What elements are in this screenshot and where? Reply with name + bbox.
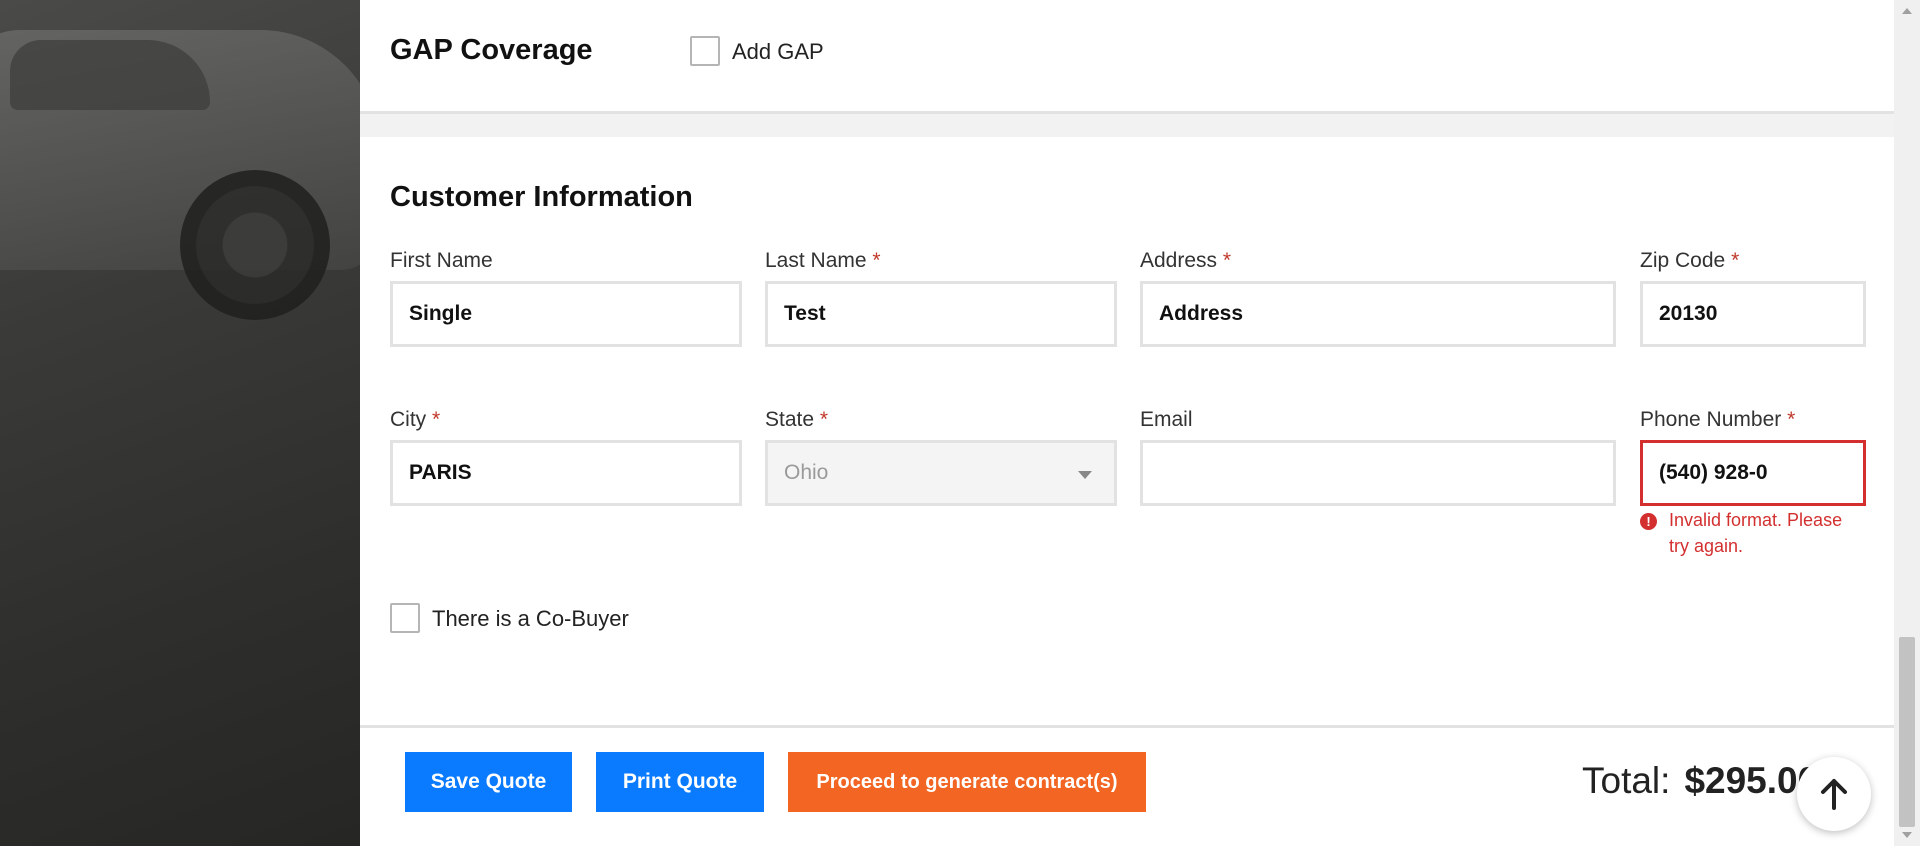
footer-action-bar: Save Quote Print Quote Proceed to genera… [360,725,1894,846]
zip-code-label: Zip Code * [1640,249,1740,272]
address-label: Address * [1140,249,1232,272]
last-name-label: Last Name * [765,249,881,272]
email-label: Email [1140,408,1193,431]
city-label: City * [390,408,441,431]
print-quote-button[interactable]: Print Quote [596,752,764,812]
scrollbar-thumb[interactable] [1899,637,1915,827]
car-wheel-shape [180,170,330,320]
gap-coverage-title: GAP Coverage [390,34,593,66]
error-icon: ! [1640,513,1657,530]
chevron-down-icon [1078,471,1092,479]
state-selected-value: Ohio [784,461,829,484]
scroll-down-arrow-icon[interactable] [1902,832,1912,838]
email-input[interactable] [1140,440,1616,506]
zip-code-input[interactable] [1640,281,1866,347]
phone-error-message: Invalid format. Please try again. [1669,510,1843,556]
first-name-label: First Name [390,249,493,272]
state-label: State * [765,408,829,431]
scroll-up-arrow-icon[interactable] [1902,8,1912,14]
first-name-input[interactable] [390,281,742,347]
main-content: GAP Coverage Add GAP Customer Informatio… [360,0,1894,846]
customer-information-section: Customer Information First Name Last Nam… [360,137,1894,725]
total-label: Total: [1582,760,1671,801]
car-window-shape [10,40,210,110]
co-buyer-checkbox[interactable] [390,603,420,633]
city-input[interactable] [390,440,742,506]
add-gap-label[interactable]: Add GAP [732,39,824,65]
phone-number-label: Phone Number * [1640,408,1796,431]
page-scrollbar[interactable] [1894,0,1920,846]
phone-number-input[interactable] [1640,440,1866,506]
customer-information-title: Customer Information [390,181,693,213]
last-name-input[interactable] [765,281,1117,347]
co-buyer-label[interactable]: There is a Co-Buyer [432,606,629,632]
scroll-to-top-button[interactable] [1797,757,1871,831]
background-car-image [0,0,360,846]
total-display: Total: $295.00 [1582,760,1818,802]
proceed-generate-contracts-button[interactable]: Proceed to generate contract(s) [788,752,1146,812]
gap-coverage-section: GAP Coverage Add GAP [360,0,1894,114]
save-quote-button[interactable]: Save Quote [405,752,572,812]
add-gap-checkbox[interactable] [690,36,720,66]
arrow-up-icon [1821,779,1847,810]
state-select[interactable]: Ohio [765,440,1117,506]
address-input[interactable] [1140,281,1616,347]
